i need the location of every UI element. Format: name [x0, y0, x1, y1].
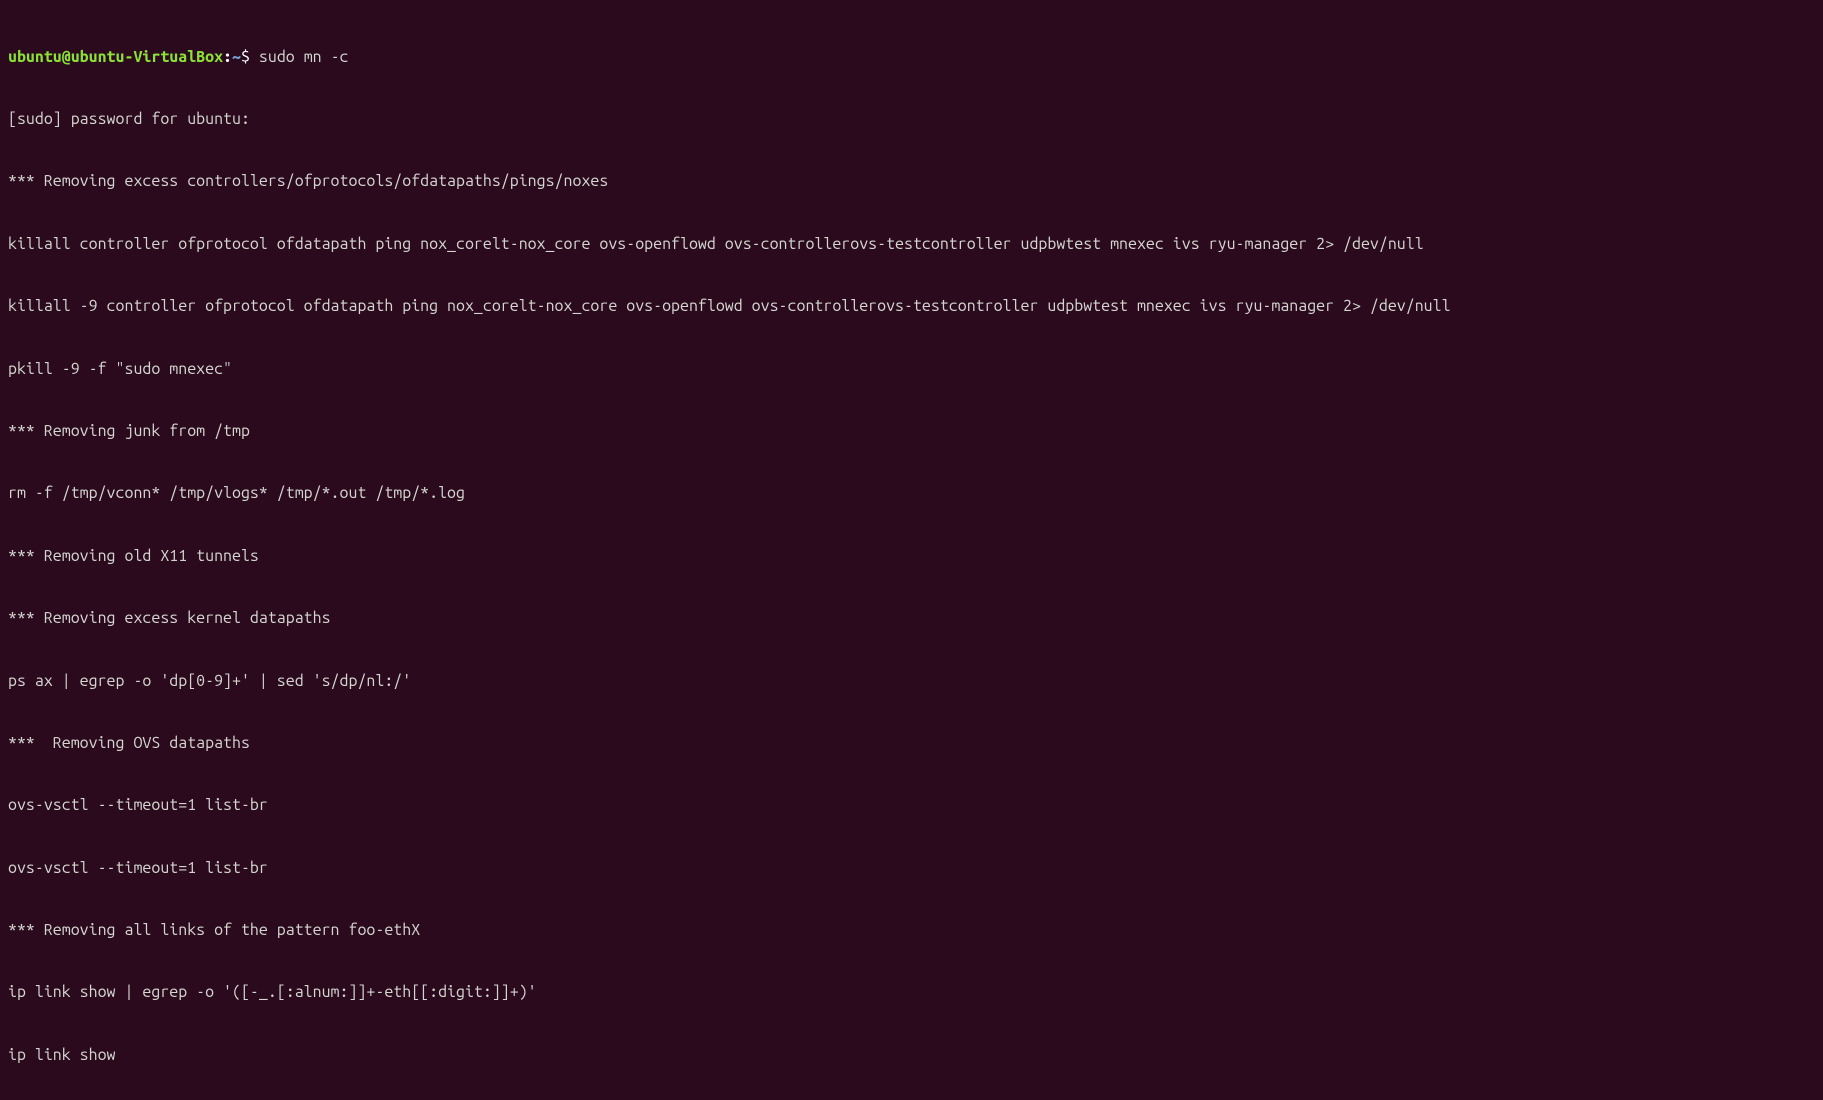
output-line: ps ax | egrep -o 'dp[0-9]+' | sed 's/dp/…: [8, 671, 1815, 692]
prompt-line: ubuntu@ubuntu-VirtualBox:~$ sudo mn -c: [8, 47, 1815, 68]
prompt-separator: :: [223, 48, 232, 66]
output-line: pkill -9 -f "sudo mnexec": [8, 359, 1815, 380]
output-line: [sudo] password for ubuntu:: [8, 109, 1815, 130]
output-line: ovs-vsctl --timeout=1 list-br: [8, 795, 1815, 816]
prompt-user-host: ubuntu@ubuntu-VirtualBox: [8, 48, 223, 66]
output-line: *** Removing OVS datapaths: [8, 733, 1815, 754]
output-line: *** Removing old X11 tunnels: [8, 546, 1815, 567]
terminal-window[interactable]: ubuntu@ubuntu-VirtualBox:~$ sudo mn -c […: [8, 5, 1815, 1100]
output-line: rm -f /tmp/vconn* /tmp/vlogs* /tmp/*.out…: [8, 483, 1815, 504]
command-input: sudo mn -c: [259, 48, 349, 66]
output-line: *** Removing junk from /tmp: [8, 421, 1815, 442]
output-line: *** Removing all links of the pattern fo…: [8, 920, 1815, 941]
prompt-path: ~: [232, 48, 241, 66]
output-line: *** Removing excess controllers/ofprotoc…: [8, 171, 1815, 192]
output-line: *** Removing excess kernel datapaths: [8, 608, 1815, 629]
output-line: ip link show: [8, 1045, 1815, 1066]
output-line: ip link show | egrep -o '([-_.[:alnum:]]…: [8, 982, 1815, 1003]
output-line: killall controller ofprotocol ofdatapath…: [8, 234, 1815, 255]
prompt-symbol: $: [241, 48, 250, 66]
output-line: killall -9 controller ofprotocol ofdatap…: [8, 296, 1815, 317]
output-line: ovs-vsctl --timeout=1 list-br: [8, 858, 1815, 879]
